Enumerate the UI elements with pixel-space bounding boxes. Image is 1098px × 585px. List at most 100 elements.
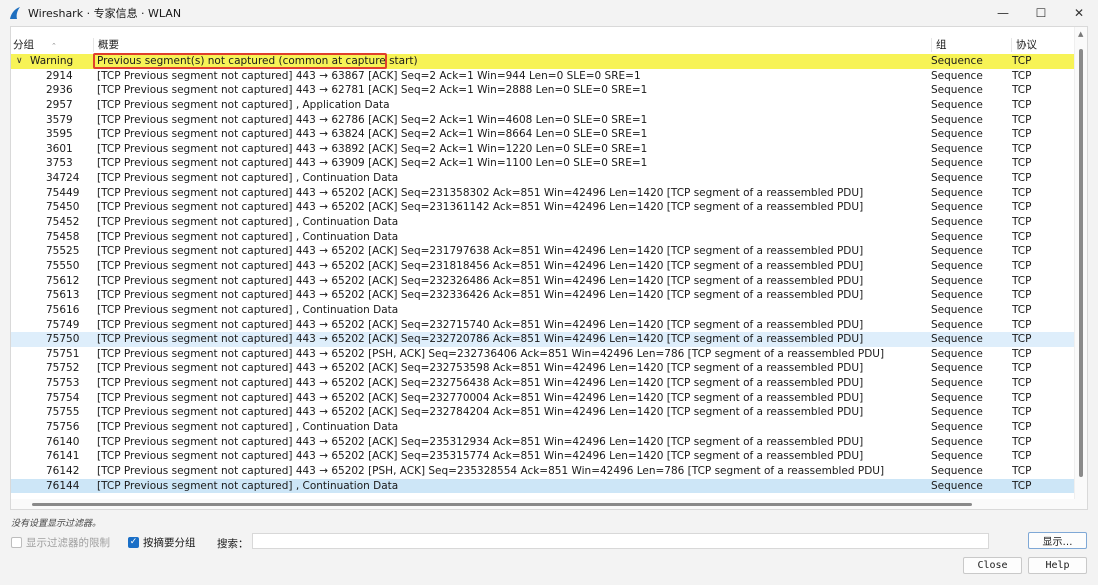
table-row[interactable]: 75449 [TCP Previous segment not captured]… (11, 186, 1075, 201)
table-row[interactable]: 75616 [TCP Previous segment not captured]… (11, 303, 1075, 318)
packet-summary: [TCP Previous segment not captured] 443 … (97, 333, 864, 346)
packet-summary: [TCP Previous segment not captured] 443 … (97, 464, 885, 477)
check-icon: ✓ (129, 536, 138, 547)
table-row[interactable]: 75613 [TCP Previous segment not captured]… (11, 288, 1075, 303)
tree-header: ⌃ 分组 概要 组 协议 (11, 38, 1075, 52)
title-bar: Wireshark · 专家信息 · WLAN — ☐ ✕ (0, 0, 1098, 26)
table-row[interactable]: 2957 [TCP Previous segment not captured] … (11, 98, 1075, 113)
maximize-button[interactable]: ☐ (1022, 0, 1060, 26)
table-row[interactable]: 76141 [TCP Previous segment not captured]… (11, 449, 1075, 464)
packet-group: Sequence (931, 157, 983, 170)
chevron-down-icon[interactable]: ∨ (16, 54, 23, 69)
table-row[interactable]: 75749 [TCP Previous segment not captured]… (11, 318, 1075, 333)
table-row[interactable]: 3753 [TCP Previous segment not captured] … (11, 156, 1075, 171)
group-by-summary-checkbox[interactable]: ✓ (128, 536, 139, 548)
packet-protocol: TCP (1012, 201, 1032, 214)
column-header-group[interactable]: 分组 (11, 38, 93, 52)
scroll-up-icon[interactable]: ▲ (1078, 30, 1083, 38)
table-row[interactable]: 75525 [TCP Previous segment not captured]… (11, 244, 1075, 259)
packet-number: 2914 (46, 69, 73, 82)
table-row[interactable]: 75450 [TCP Previous segment not captured]… (11, 200, 1075, 215)
table-row[interactable]: 75612 [TCP Previous segment not captured]… (11, 274, 1075, 289)
close-icon: ✕ (1073, 6, 1085, 20)
column-header-protocol[interactable]: 协议 (1011, 38, 1075, 52)
help-button[interactable]: Help (1028, 557, 1087, 574)
table-row[interactable]: 76142 [TCP Previous segment not captured]… (11, 464, 1075, 479)
vertical-scrollbar[interactable]: ▲ (1074, 27, 1087, 509)
packet-number: 76140 (46, 435, 80, 448)
packet-summary: [TCP Previous segment not captured] 443 … (97, 391, 864, 404)
packet-number: 2957 (46, 98, 73, 111)
packet-summary: [TCP Previous segment not captured] 443 … (97, 259, 864, 272)
column-header-grp[interactable]: 组 (931, 38, 1011, 52)
table-row[interactable]: 75756 [TCP Previous segment not captured]… (11, 420, 1075, 435)
expert-info-tree[interactable]: ⌃ 分组 概要 组 协议 ∨ Warning Previous segment(… (10, 26, 1088, 510)
packet-protocol: TCP (1012, 289, 1032, 302)
packet-summary: [TCP Previous segment not captured] , Co… (97, 172, 399, 185)
packet-protocol: TCP (1012, 128, 1032, 141)
limit-filter-checkbox[interactable] (11, 536, 22, 548)
packet-protocol: TCP (1012, 157, 1032, 170)
packet-protocol: TCP (1012, 274, 1032, 287)
vertical-scroll-thumb[interactable] (1079, 49, 1083, 477)
packet-number: 75756 (46, 421, 80, 434)
column-header-summary[interactable]: 概要 (93, 38, 931, 52)
packet-number: 2936 (46, 84, 73, 97)
table-row[interactable]: 34724 [TCP Previous segment not captured]… (11, 171, 1075, 186)
packet-group: Sequence (931, 377, 983, 390)
packet-group: Sequence (931, 435, 983, 448)
packet-protocol: TCP (1012, 245, 1032, 258)
table-row[interactable]: 2936 [TCP Previous segment not captured] … (11, 83, 1075, 98)
warning-summary: Previous segment(s) not captured (common… (97, 55, 418, 67)
packet-group: Sequence (931, 362, 983, 375)
horizontal-scrollbar[interactable] (11, 499, 1075, 509)
window-title: Wireshark · 专家信息 · WLAN (28, 7, 182, 20)
table-row[interactable]: 75452 [TCP Previous segment not captured]… (11, 215, 1075, 230)
packet-summary: [TCP Previous segment not captured] , Ap… (97, 98, 390, 111)
show-button[interactable]: 显示… (1028, 532, 1087, 549)
tree-rows: ∨ Warning Previous segment(s) not captur… (11, 53, 1075, 494)
packet-protocol: TCP (1012, 318, 1032, 331)
table-row[interactable]: 75750 [TCP Previous segment not captured]… (11, 332, 1075, 347)
packet-number: 75751 (46, 347, 80, 360)
minimize-button[interactable]: — (984, 0, 1022, 26)
table-row[interactable]: 76140 [TCP Previous segment not captured]… (11, 435, 1075, 450)
table-row[interactable]: 3579 [TCP Previous segment not captured] … (11, 113, 1075, 128)
packet-summary: [TCP Previous segment not captured] 443 … (97, 128, 648, 141)
table-row[interactable]: 2914 [TCP Previous segment not captured] … (11, 69, 1075, 84)
packet-protocol: TCP (1012, 450, 1032, 463)
table-row[interactable]: 75752 [TCP Previous segment not captured]… (11, 361, 1075, 376)
warning-row[interactable]: ∨ Warning Previous segment(s) not captur… (11, 53, 1075, 69)
table-row[interactable]: 75754 [TCP Previous segment not captured]… (11, 391, 1075, 406)
packet-summary: [TCP Previous segment not captured] 443 … (97, 289, 864, 302)
packet-number: 75452 (46, 216, 80, 229)
group-by-summary-option[interactable]: ✓ 按摘要分组 (128, 534, 196, 550)
table-row[interactable]: 76144 [TCP Previous segment not captured]… (11, 478, 1075, 494)
horizontal-scroll-thumb[interactable] (32, 503, 972, 506)
packet-summary: [TCP Previous segment not captured] , Co… (97, 303, 399, 316)
packet-summary: [TCP Previous segment not captured] 443 … (97, 69, 641, 82)
table-row[interactable]: 75751 [TCP Previous segment not captured]… (11, 347, 1075, 362)
packet-number: 75752 (46, 362, 80, 375)
search-input[interactable] (252, 533, 989, 549)
packet-protocol: TCP (1012, 464, 1032, 477)
packet-summary: [TCP Previous segment not captured] , Co… (97, 479, 399, 492)
limit-filter-option[interactable]: 显示过滤器的限制 (11, 534, 110, 550)
table-row[interactable]: 75755 [TCP Previous segment not captured]… (11, 405, 1075, 420)
packet-protocol: TCP (1012, 479, 1032, 492)
table-row[interactable]: 3601 [TCP Previous segment not captured] … (11, 142, 1075, 157)
packet-number: 3579 (46, 113, 73, 126)
table-row[interactable]: 75458 [TCP Previous segment not captured]… (11, 230, 1075, 245)
packet-summary: [TCP Previous segment not captured] 443 … (97, 186, 864, 199)
packet-group: Sequence (931, 245, 983, 258)
close-button[interactable]: Close (963, 557, 1022, 574)
close-window-button[interactable]: ✕ (1060, 0, 1098, 26)
packet-number: 75616 (46, 303, 80, 316)
packet-protocol: TCP (1012, 362, 1032, 375)
table-row[interactable]: 3595 [TCP Previous segment not captured] … (11, 127, 1075, 142)
packet-group: Sequence (931, 142, 983, 155)
packet-number: 75550 (46, 259, 80, 272)
packet-protocol: TCP (1012, 303, 1032, 316)
table-row[interactable]: 75550 [TCP Previous segment not captured]… (11, 259, 1075, 274)
table-row[interactable]: 75753 [TCP Previous segment not captured]… (11, 376, 1075, 391)
